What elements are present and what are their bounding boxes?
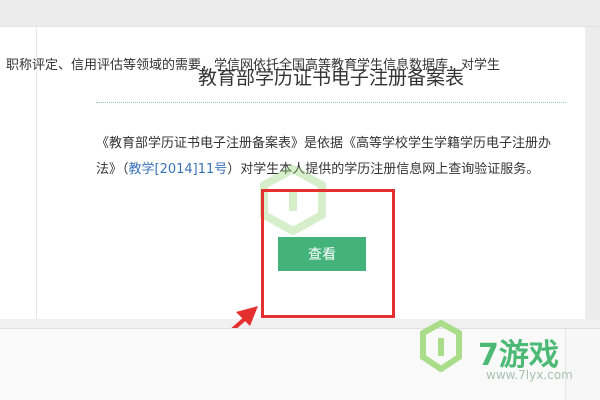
lower-section-text: 职称评定、信用评估等领域的需要，学信网依托全国高等教育学生信息数据库，对学生 bbox=[6, 58, 501, 73]
watermark-logo-icon bbox=[420, 320, 462, 372]
watermark-url: www.7lyx.com bbox=[486, 368, 573, 382]
